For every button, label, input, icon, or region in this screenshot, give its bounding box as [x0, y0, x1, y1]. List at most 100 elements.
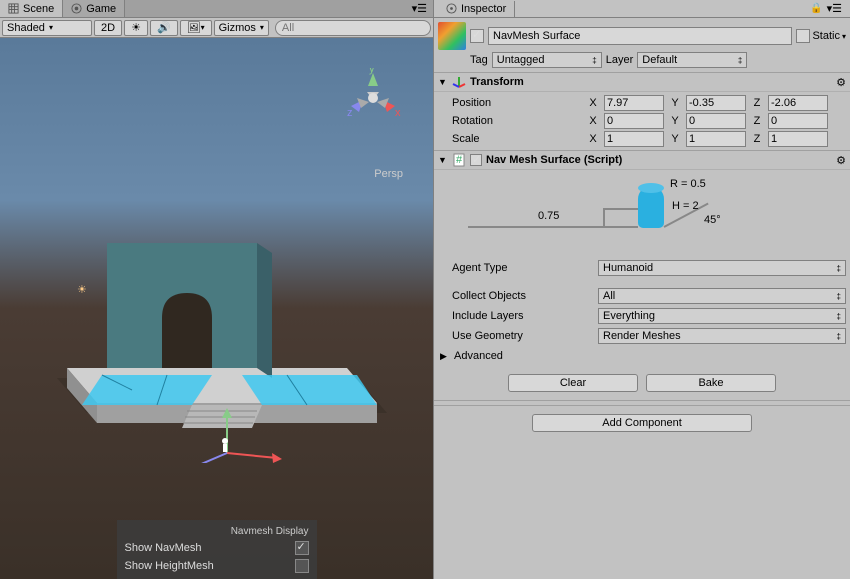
- svg-text:☀: ☀: [77, 284, 87, 296]
- tag-dropdown[interactable]: Untagged ‡: [492, 52, 602, 68]
- include-layers-dropdown[interactable]: Everything‡: [598, 308, 846, 324]
- tab-game[interactable]: Game: [63, 0, 125, 17]
- lighting-toggle[interactable]: ☀: [124, 20, 148, 36]
- scale-label: Scale: [438, 133, 582, 145]
- add-component-button[interactable]: Add Component: [532, 414, 752, 432]
- lock-icon[interactable]: 🔒: [810, 3, 822, 14]
- svg-text:y: y: [369, 68, 375, 75]
- layer-value: Default: [642, 54, 677, 66]
- speaker-icon: 🔊: [157, 21, 171, 34]
- layer-dropdown[interactable]: Default ‡: [637, 52, 747, 68]
- caret-down-icon: ‡: [837, 292, 841, 301]
- caret-down-icon: ▾: [49, 23, 53, 32]
- caret-down-icon: ‡: [837, 332, 841, 341]
- static-dropdown-icon[interactable]: ▾: [842, 32, 846, 41]
- navmesh-settings-icon[interactable]: ⚙: [836, 154, 846, 167]
- transform-icon: [452, 75, 466, 89]
- scene-toolbar: Shaded ▾ 2D ☀ 🔊 🖼▾ Gizmos ▾: [0, 18, 433, 38]
- transform-foldout[interactable]: ▼: [438, 77, 448, 87]
- layer-label: Layer: [606, 54, 634, 66]
- scale-z-input[interactable]: [768, 131, 828, 147]
- scale-y-input[interactable]: [686, 131, 746, 147]
- game-tab-icon: [71, 3, 82, 14]
- y-axis-label: Y: [668, 97, 682, 109]
- rotation-z-input[interactable]: [768, 113, 828, 129]
- object-name-input[interactable]: [488, 27, 792, 45]
- object-header: Static ▾ Tag Untagged ‡ Layer Default ‡: [434, 18, 850, 73]
- agent-type-dropdown[interactable]: Humanoid‡: [598, 260, 846, 276]
- show-heightmesh-label: Show HeightMesh: [125, 560, 214, 572]
- scale-x-input[interactable]: [604, 131, 664, 147]
- rotation-y-input[interactable]: [686, 113, 746, 129]
- gizmos-label: Gizmos: [219, 22, 256, 34]
- svg-text:x: x: [395, 107, 401, 119]
- gizmos-dropdown[interactable]: Gizmos ▾: [214, 20, 269, 36]
- agent-height-label: H = 2: [672, 200, 699, 212]
- position-z-input[interactable]: [768, 95, 828, 111]
- image-icon: 🖼: [187, 21, 201, 34]
- svg-text:z: z: [347, 107, 353, 119]
- orientation-gizmo[interactable]: y x z: [343, 68, 403, 128]
- advanced-label: Advanced: [454, 350, 503, 362]
- caret-down-icon: ‡: [592, 56, 596, 65]
- show-navmesh-label: Show NavMesh: [125, 542, 202, 554]
- navmesh-enabled-checkbox[interactable]: [470, 154, 482, 166]
- static-label: Static: [812, 30, 840, 42]
- z-axis-label: Z: [750, 133, 764, 145]
- position-label: Position: [438, 97, 582, 109]
- caret-down-icon: ‡: [738, 56, 742, 65]
- scene-tab-bar: Scene Game ▾☰: [0, 0, 433, 18]
- projection-label[interactable]: Persp: [374, 168, 403, 180]
- gameobject-icon[interactable]: [438, 22, 466, 50]
- fx-toggle[interactable]: 🖼▾: [180, 20, 212, 36]
- x-axis-label: X: [586, 115, 600, 127]
- view-2d-toggle[interactable]: 2D: [94, 20, 122, 36]
- bake-button[interactable]: Bake: [646, 374, 776, 392]
- shading-dropdown[interactable]: Shaded ▾: [2, 20, 92, 36]
- agent-radius-label: R = 0.5: [670, 178, 706, 190]
- show-navmesh-checkbox[interactable]: [295, 541, 309, 555]
- bake-button-label: Bake: [698, 377, 723, 389]
- show-heightmesh-checkbox[interactable]: [295, 559, 309, 573]
- tab-inspector-label: Inspector: [461, 3, 506, 15]
- tab-scene[interactable]: Scene: [0, 0, 63, 17]
- rotation-x-input[interactable]: [604, 113, 664, 129]
- agent-type-label: Agent Type: [438, 262, 598, 274]
- use-geometry-value: Render Meshes: [603, 330, 681, 342]
- tab-game-label: Game: [86, 3, 116, 15]
- static-checkbox[interactable]: [796, 29, 810, 43]
- tag-value: Untagged: [497, 54, 545, 66]
- position-x-input[interactable]: [604, 95, 664, 111]
- y-axis-label: Y: [668, 133, 682, 145]
- caret-down-icon: ▾: [201, 23, 205, 32]
- inspector-menu-icon[interactable]: ▾☰: [823, 2, 846, 15]
- transform-settings-icon[interactable]: ⚙: [836, 76, 846, 89]
- object-active-checkbox[interactable]: [470, 29, 484, 43]
- scene-search-input[interactable]: [275, 20, 431, 36]
- navmesh-title: Nav Mesh Surface (Script): [486, 154, 832, 166]
- tab-menu-icon[interactable]: ▾☰: [406, 0, 433, 17]
- navmesh-foldout[interactable]: ▼: [438, 155, 448, 165]
- script-icon: #: [452, 153, 466, 167]
- use-geometry-dropdown[interactable]: Render Meshes ‡: [598, 328, 846, 344]
- sun-icon: ☀: [131, 21, 141, 34]
- tab-scene-label: Scene: [23, 3, 54, 15]
- clear-button[interactable]: Clear: [508, 374, 638, 392]
- scene-viewport[interactable]: y x z Persp: [0, 38, 433, 579]
- collect-objects-value: All: [603, 290, 615, 302]
- view-2d-label: 2D: [101, 22, 115, 34]
- advanced-foldout[interactable]: ▶: [440, 351, 450, 362]
- position-y-input[interactable]: [686, 95, 746, 111]
- z-axis-label: Z: [750, 115, 764, 127]
- scene-tab-icon: [8, 3, 19, 14]
- agent-step-label: 0.75: [538, 210, 559, 222]
- collect-objects-dropdown[interactable]: All ‡: [598, 288, 846, 304]
- audio-toggle[interactable]: 🔊: [150, 20, 178, 36]
- scene-geometry: ☀: [47, 183, 387, 463]
- rotation-label: Rotation: [438, 115, 582, 127]
- agent-angle-label: 45°: [704, 214, 721, 226]
- x-axis-label: X: [586, 97, 600, 109]
- tab-inspector[interactable]: Inspector: [438, 1, 515, 17]
- tag-label: Tag: [470, 54, 488, 66]
- include-layers-label: Include Layers: [438, 310, 598, 322]
